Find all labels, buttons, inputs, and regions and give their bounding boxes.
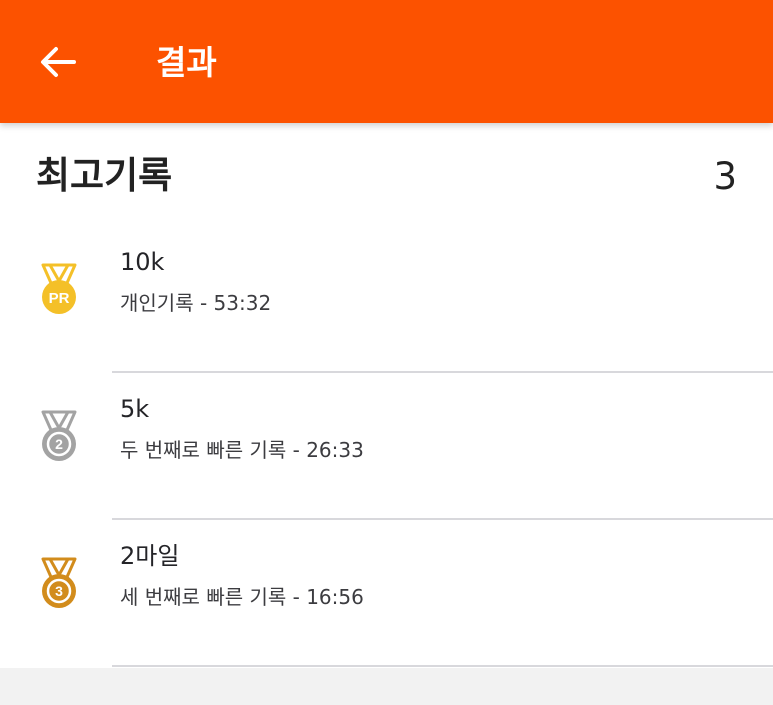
svg-text:PR: PR <box>49 290 70 307</box>
list-item-2mile[interactable]: 3 2마일 세 번째로 빠른 기록 - 16:56 <box>0 520 773 667</box>
record-distance: 5k <box>120 395 150 423</box>
record-detail: 세 번째로 빠른 기록 - 16:56 <box>120 585 364 609</box>
best-records-header: 최고기록 3 <box>0 123 773 223</box>
pr-medal-icon: PR <box>41 263 77 314</box>
record-distance: 2마일 <box>120 542 180 570</box>
best-records-count: 3 <box>713 155 737 198</box>
list-item-10k[interactable]: PR 10k 개인기록 - 53:32 <box>0 226 773 373</box>
svg-text:3: 3 <box>55 583 63 599</box>
second-place-medal-icon: 2 <box>41 410 77 461</box>
best-records-card: 최고기록 3 PR 10k 개인기록 - 53:32 2 5k 두 번째로 빠른… <box>0 123 773 668</box>
app-bar: 결과 <box>0 0 773 123</box>
back-button[interactable] <box>30 34 86 90</box>
record-detail: 개인기록 - 53:32 <box>120 291 272 315</box>
arrow-left-icon <box>41 47 76 77</box>
record-detail: 두 번째로 빠른 기록 - 26:33 <box>120 438 364 462</box>
svg-text:2: 2 <box>55 436 63 452</box>
divider <box>112 665 773 667</box>
best-records-title: 최고기록 <box>36 154 173 197</box>
list-item-5k[interactable]: 2 5k 두 번째로 빠른 기록 - 26:33 <box>0 373 773 520</box>
third-place-medal-icon: 3 <box>41 557 77 608</box>
record-distance: 10k <box>120 248 165 276</box>
page-title: 결과 <box>156 43 217 82</box>
